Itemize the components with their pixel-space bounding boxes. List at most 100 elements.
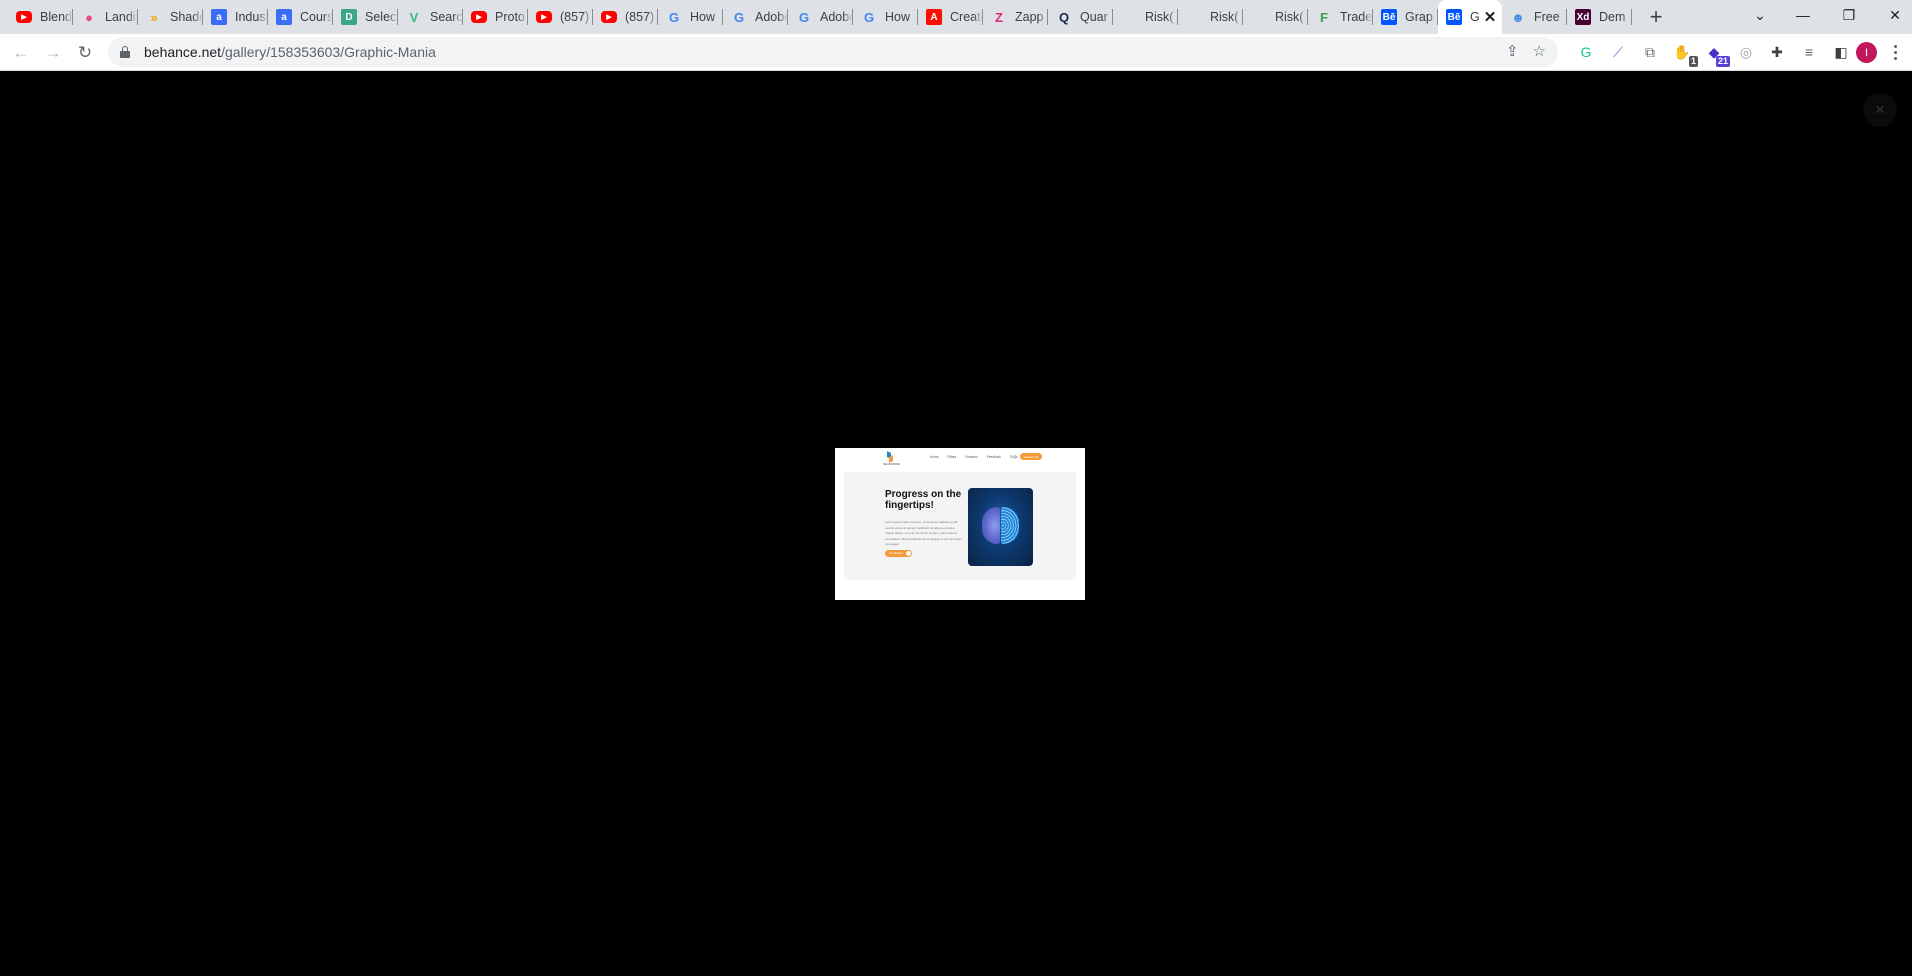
- a-icon: a: [211, 9, 227, 25]
- project-image[interactable]: NEUROMIND Home Pillars Features Feedback FAQ…: [835, 448, 1085, 600]
- puzzle-icon[interactable]: ✚: [1767, 42, 1787, 62]
- tab-title: Zapp: [1015, 10, 1044, 24]
- tab[interactable]: ☻ Free: [1502, 0, 1567, 34]
- brand-text: NEUROMIND: [883, 463, 901, 466]
- tab-title: Quar: [1080, 10, 1108, 24]
- url-path: /gallery/158353603/Graphic-Mania: [221, 44, 436, 60]
- tab[interactable]: Bē Grap: [1373, 0, 1438, 34]
- grad-cap-icon[interactable]: ◆ 21: [1704, 42, 1730, 67]
- screenshot-icon[interactable]: ⧉: [1640, 42, 1660, 62]
- tab[interactable]: ▶ Proto: [463, 0, 528, 34]
- tab[interactable]: ▶ Blender: [8, 0, 73, 34]
- tab[interactable]: Xd Dem: [1567, 0, 1632, 34]
- tab-title: Blender: [40, 10, 73, 24]
- mock-hero: Progress on the fingertips! Lorem ipsum …: [844, 472, 1076, 580]
- tab[interactable]: A Create: [918, 0, 983, 34]
- share-icon[interactable]: ⇪: [1506, 42, 1519, 60]
- reload-icon: ↻: [77, 43, 93, 62]
- tab-title: How: [885, 10, 911, 24]
- f-icon: F: [1320, 9, 1328, 25]
- address-bar[interactable]: behance.net/gallery/158353603/Graphic-Ma…: [108, 37, 1558, 67]
- tab[interactable]: ● Landing: [73, 0, 138, 34]
- adblock-icon[interactable]: ✋ 1: [1672, 42, 1698, 67]
- mock-nav: Home Pillars Features Feedback FAQs: [930, 455, 1018, 459]
- camera-icon[interactable]: ◎: [1736, 42, 1756, 62]
- mock-header: NEUROMIND Home Pillars Features Feedback FAQ…: [835, 448, 1085, 470]
- new-tab-button[interactable]: +: [1638, 0, 1674, 34]
- tab-title: How: [690, 10, 716, 24]
- profile-avatar[interactable]: I: [1856, 42, 1877, 63]
- minimize-icon: —: [1796, 7, 1810, 23]
- tab-title: Trade: [1340, 10, 1373, 24]
- google-icon: G: [863, 9, 875, 25]
- tab-title: (857): [560, 10, 590, 24]
- tab-title: Select: [365, 10, 398, 24]
- tab[interactable]: G Adobe: [723, 0, 788, 34]
- behance-icon: Bē: [1381, 9, 1397, 25]
- tab-title: Create: [950, 10, 983, 24]
- extension-badge: 1: [1688, 56, 1698, 67]
- url-text[interactable]: behance.net/gallery/158353603/Graphic-Ma…: [144, 44, 436, 60]
- close-window-button[interactable]: ✕: [1872, 0, 1912, 30]
- tab-title: Dem: [1599, 10, 1626, 24]
- chevron-down-icon: ⌄: [1754, 6, 1766, 23]
- d-icon: D: [341, 9, 357, 25]
- tab-title: Adobe: [755, 10, 788, 24]
- mock-nav-item: Pillars: [947, 455, 957, 459]
- feather-icon[interactable]: ⟋: [1608, 42, 1628, 62]
- robot-icon: ☻: [1511, 9, 1525, 25]
- tab-title: Grap: [1405, 10, 1433, 24]
- tab-title: Risk(: [1210, 10, 1239, 24]
- mock-body-text: Lorem ipsum dolor sit amet, consectetur …: [885, 520, 962, 546]
- tab[interactable]: ▶ (857): [593, 0, 658, 34]
- back-button[interactable]: ←: [7, 39, 35, 67]
- tab[interactable]: » Shadow: [138, 0, 203, 34]
- menu-kebab-icon[interactable]: [1892, 42, 1898, 62]
- tab[interactable]: G How: [853, 0, 918, 34]
- tab[interactable]: G Adobe: [788, 0, 853, 34]
- star-icon[interactable]: ☆: [1533, 42, 1546, 60]
- tab-title: Industry: [235, 10, 268, 24]
- grammarly-icon[interactable]: G: [1576, 42, 1596, 62]
- tab[interactable]: F Trade: [1308, 0, 1373, 34]
- tab-title: Risk(: [1275, 10, 1304, 24]
- lock-icon: [120, 46, 130, 58]
- tab[interactable]: Risk(: [1178, 0, 1243, 34]
- tab[interactable]: G How: [658, 0, 723, 34]
- reload-button[interactable]: ↻: [71, 39, 99, 67]
- lightbox-close-button[interactable]: ×: [1863, 93, 1897, 127]
- mock-nav-item: Features: [965, 455, 978, 459]
- tab-active[interactable]: Bē G ✕: [1438, 0, 1502, 34]
- restore-button[interactable]: ❐: [1826, 0, 1872, 30]
- browser-toolbar: ← → ↻ behance.net/gallery/158353603/Grap…: [0, 34, 1912, 71]
- mock-cta-button: Get Started: [885, 550, 912, 557]
- arrow-right-icon: →: [44, 43, 62, 62]
- tab[interactable]: Q Quar: [1048, 0, 1113, 34]
- tab[interactable]: D Select: [333, 0, 398, 34]
- xd-icon: Xd: [1575, 9, 1591, 25]
- youtube-icon: ▶: [601, 11, 617, 23]
- tab[interactable]: ▶ (857): [528, 0, 593, 34]
- minimize-button[interactable]: —: [1780, 0, 1826, 30]
- dribbble-icon: ●: [85, 9, 93, 25]
- tab[interactable]: Risk(: [1243, 0, 1308, 34]
- sidepanel-icon[interactable]: ◧: [1831, 42, 1851, 62]
- tab[interactable]: Risk(: [1113, 0, 1178, 34]
- behance-icon: Bē: [1446, 9, 1462, 25]
- tab-title: Shadow: [170, 10, 203, 24]
- media-icon[interactable]: ≡: [1799, 42, 1819, 62]
- tab-title: (857): [625, 10, 655, 24]
- tab[interactable]: a Course: [268, 0, 333, 34]
- mock-nav-item: Home: [930, 455, 939, 459]
- close-icon: ×: [1875, 100, 1885, 119]
- tab[interactable]: Z Zapp: [983, 0, 1048, 34]
- brand-logo-icon: [885, 451, 895, 463]
- tab-title: Free: [1534, 10, 1560, 24]
- tab[interactable]: V Search: [398, 0, 463, 34]
- tab-title: G: [1470, 10, 1480, 24]
- tab-close-icon[interactable]: ✕: [1482, 8, 1498, 26]
- forward-button[interactable]: →: [39, 39, 67, 67]
- tab[interactable]: a Industry: [203, 0, 268, 34]
- google-icon: G: [668, 9, 680, 25]
- tab-search-button[interactable]: ⌄: [1737, 0, 1783, 30]
